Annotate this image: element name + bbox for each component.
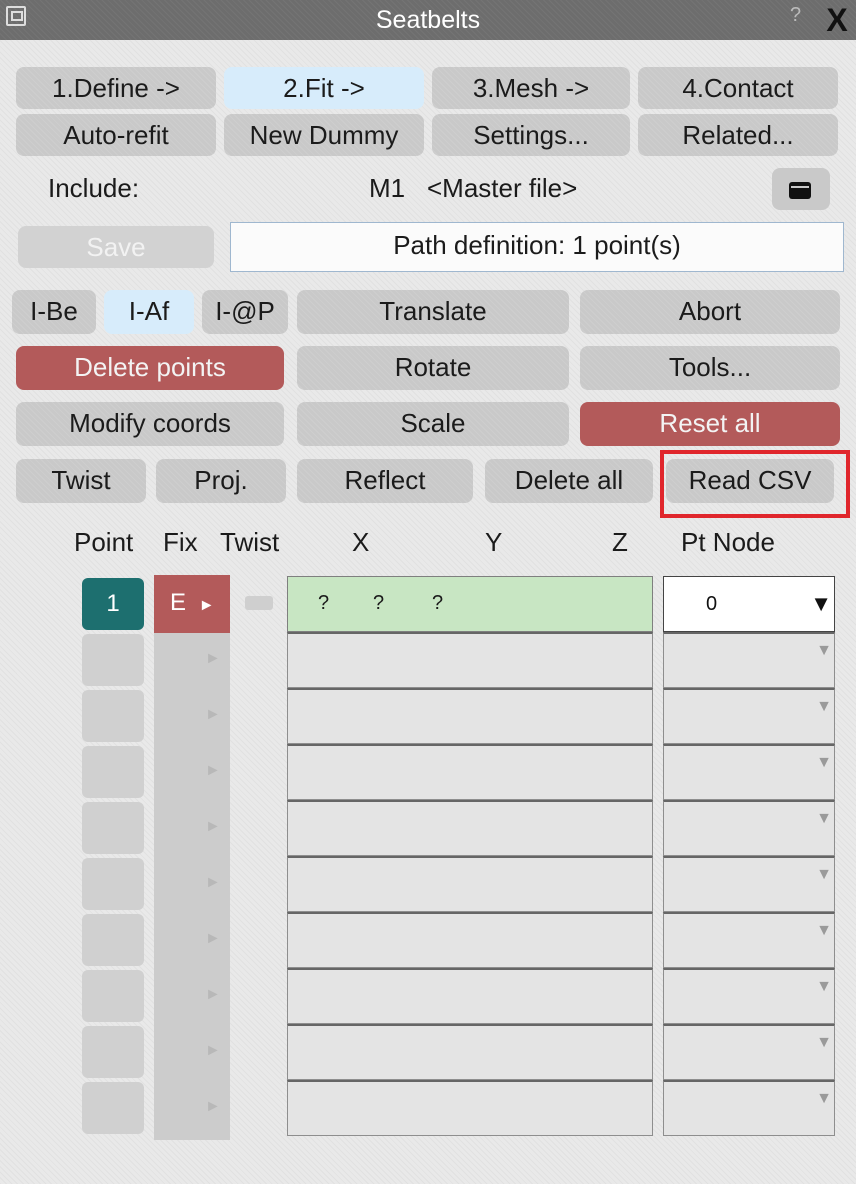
- tab-define[interactable]: 1.Define ->: [16, 67, 216, 109]
- rotate-button[interactable]: Rotate: [297, 346, 569, 390]
- pt-node-select[interactable]: ▼: [663, 632, 835, 688]
- insert-before-button[interactable]: I-Be: [12, 290, 96, 334]
- dropdown-arrow-icon: ▼: [816, 754, 832, 771]
- insert-after-button[interactable]: I-Af: [104, 290, 194, 334]
- dropdown-arrow-icon: ▼: [816, 1034, 832, 1051]
- point-cell[interactable]: [82, 746, 144, 798]
- fix-arrow-icon[interactable]: ►: [205, 706, 221, 724]
- header-twist: Twist: [220, 527, 280, 557]
- xyz-cell[interactable]: ? ? ?: [287, 576, 653, 632]
- fix-arrow-icon[interactable]: ►: [205, 650, 221, 668]
- fix-arrow-icon[interactable]: ►: [205, 1042, 221, 1060]
- translate-button[interactable]: Translate: [297, 290, 569, 334]
- fix-arrow-icon[interactable]: ►: [205, 818, 221, 836]
- point-cell[interactable]: [82, 970, 144, 1022]
- pt-node-select[interactable]: ▼: [663, 856, 835, 912]
- folder-icon[interactable]: [772, 168, 830, 210]
- fix-arrow-icon[interactable]: ►: [205, 930, 221, 948]
- pt-node-select[interactable]: 0 ▼: [663, 576, 835, 632]
- point-number[interactable]: 1: [82, 578, 144, 630]
- dropdown-arrow-icon: ▼: [816, 866, 832, 883]
- pt-node-select[interactable]: ▼: [663, 1024, 835, 1080]
- pt-node-select[interactable]: ▼: [663, 968, 835, 1024]
- auto-refit-button[interactable]: Auto-refit: [16, 114, 216, 156]
- header-point: Point: [74, 527, 134, 557]
- tab-fit[interactable]: 2.Fit ->: [224, 67, 424, 109]
- xyz-cell[interactable]: [287, 800, 653, 856]
- fix-value: E: [170, 589, 187, 616]
- help-icon[interactable]: ?: [790, 4, 816, 34]
- delete-points-button[interactable]: Delete points: [16, 346, 284, 390]
- read-csv-highlight: [660, 450, 850, 518]
- fix-arrow-icon: ►: [198, 597, 215, 614]
- xyz-cell[interactable]: [287, 968, 653, 1024]
- twist-checkbox[interactable]: [245, 596, 273, 610]
- x-value: ?: [318, 592, 330, 614]
- pt-node-select[interactable]: ▼: [663, 688, 835, 744]
- y-value: ?: [373, 592, 385, 614]
- window-titlebar: Seatbelts: [0, 0, 856, 40]
- dropdown-arrow-icon: ▼: [816, 698, 832, 715]
- tab-contact[interactable]: 4.Contact: [638, 67, 838, 109]
- xyz-cell[interactable]: [287, 1080, 653, 1136]
- include-model[interactable]: M1: [369, 167, 405, 209]
- delete-all-button[interactable]: Delete all: [485, 459, 653, 503]
- xyz-cell[interactable]: [287, 856, 653, 912]
- path-status: Path definition: 1 point(s): [230, 222, 844, 272]
- include-file[interactable]: <Master file>: [427, 167, 577, 209]
- tab-mesh[interactable]: 3.Mesh ->: [432, 67, 630, 109]
- xyz-cell[interactable]: [287, 912, 653, 968]
- header-pt-node: Pt Node: [681, 527, 775, 557]
- window-icon[interactable]: [6, 6, 26, 26]
- fix-arrow-icon[interactable]: ►: [205, 762, 221, 780]
- pt-node-select[interactable]: ▼: [663, 744, 835, 800]
- new-dummy-button[interactable]: New Dummy: [224, 114, 424, 156]
- reset-all-button[interactable]: Reset all: [580, 402, 840, 446]
- proj-button[interactable]: Proj.: [156, 459, 286, 503]
- save-button: Save: [18, 226, 214, 268]
- twist-button[interactable]: Twist: [16, 459, 146, 503]
- dropdown-arrow-icon: ▼: [816, 642, 832, 659]
- xyz-cell[interactable]: [287, 1024, 653, 1080]
- fix-arrow-icon[interactable]: ►: [205, 874, 221, 892]
- xyz-cell[interactable]: [287, 688, 653, 744]
- header-x: X: [352, 527, 370, 557]
- header-y: Y: [485, 527, 503, 557]
- z-value: ?: [432, 592, 444, 614]
- header-fix: Fix: [163, 527, 198, 557]
- point-cell[interactable]: [82, 802, 144, 854]
- dropdown-arrow-icon: ▼: [816, 1090, 832, 1107]
- include-label: Include:: [48, 173, 140, 203]
- abort-button[interactable]: Abort: [580, 290, 840, 334]
- settings-button[interactable]: Settings...: [432, 114, 630, 156]
- pt-node-value: 0: [706, 593, 718, 615]
- tools-button[interactable]: Tools...: [580, 346, 840, 390]
- related-button[interactable]: Related...: [638, 114, 838, 156]
- point-cell[interactable]: [82, 1082, 144, 1134]
- point-cell[interactable]: [82, 914, 144, 966]
- pt-node-select[interactable]: ▼: [663, 912, 835, 968]
- dropdown-arrow-icon: ▼: [816, 810, 832, 827]
- point-cell[interactable]: [82, 1026, 144, 1078]
- point-cell[interactable]: [82, 858, 144, 910]
- header-z: Z: [612, 527, 628, 557]
- point-cell[interactable]: [82, 634, 144, 686]
- insert-at-point-button[interactable]: I-@P: [202, 290, 288, 334]
- point-cell[interactable]: [82, 690, 144, 742]
- fix-cell[interactable]: E ►: [154, 575, 230, 633]
- fix-arrow-icon[interactable]: ►: [205, 986, 221, 1004]
- pt-node-select[interactable]: ▼: [663, 800, 835, 856]
- close-icon[interactable]: X: [818, 0, 856, 40]
- dropdown-arrow-icon: ▼: [810, 591, 832, 616]
- modify-coords-button[interactable]: Modify coords: [16, 402, 284, 446]
- xyz-cell[interactable]: [287, 744, 653, 800]
- window-title: Seatbelts: [375, 6, 481, 34]
- fix-arrow-icon[interactable]: ►: [205, 1098, 221, 1116]
- reflect-button[interactable]: Reflect: [297, 459, 473, 503]
- dropdown-arrow-icon: ▼: [816, 978, 832, 995]
- scale-button[interactable]: Scale: [297, 402, 569, 446]
- pt-node-select[interactable]: ▼: [663, 1080, 835, 1136]
- dropdown-arrow-icon: ▼: [816, 922, 832, 939]
- xyz-cell[interactable]: [287, 632, 653, 688]
